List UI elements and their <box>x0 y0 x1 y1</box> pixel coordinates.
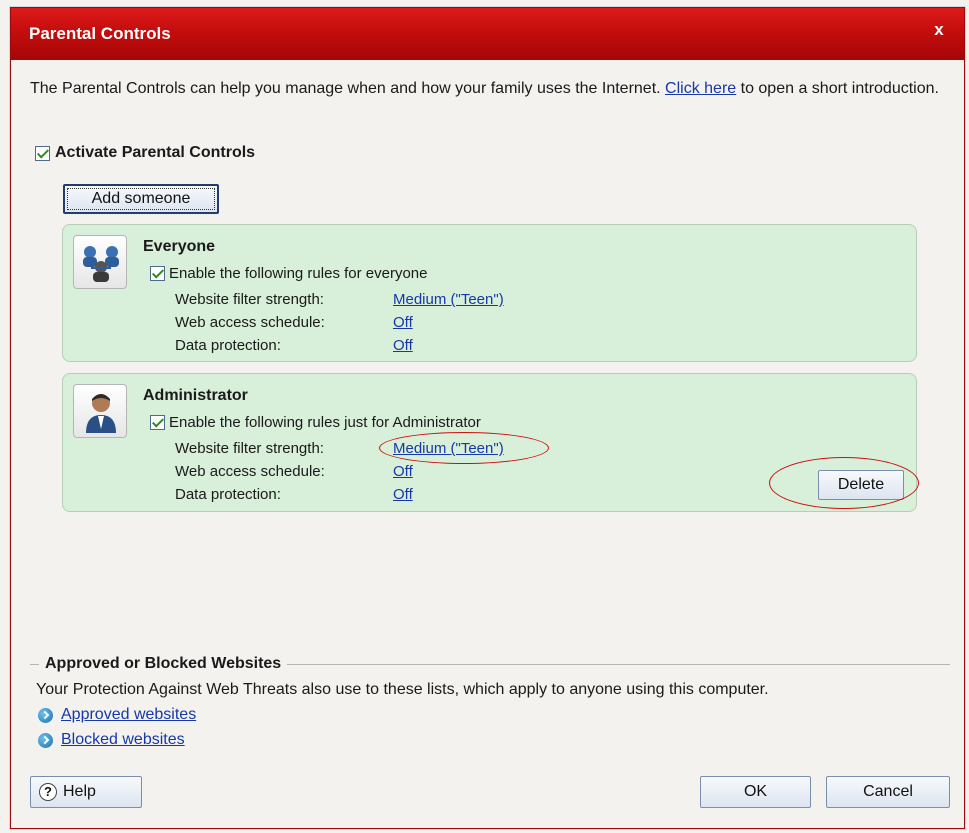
profile-name: Administrator <box>143 387 248 404</box>
title-bar: Parental Controls x <box>11 8 964 60</box>
profile-name: Everyone <box>143 238 216 255</box>
arrow-circle-icon <box>38 732 53 748</box>
websites-heading: Approved or Blocked Websites <box>39 655 288 673</box>
profile-card-everyone: Everyone Enable the following rules for … <box>62 224 917 362</box>
enable-rules-checkbox[interactable] <box>150 415 165 430</box>
web-access-schedule-link[interactable]: Off <box>393 314 413 331</box>
cancel-button[interactable]: Cancel <box>826 776 950 808</box>
website-filter-label: Website filter strength: <box>175 440 324 457</box>
data-protection-link[interactable]: Off <box>393 337 413 354</box>
enable-rules-label: Enable the following rules just for Admi… <box>169 414 481 431</box>
websites-section-header: Approved or Blocked Websites <box>30 655 950 675</box>
enable-rules-everyone[interactable]: Enable the following rules for everyone <box>150 265 428 282</box>
activate-label: Activate Parental Controls <box>55 144 256 161</box>
profile-card-administrator: Administrator Enable the following rules… <box>62 373 919 512</box>
intro-text-start: The Parental Controls can help you manag… <box>30 80 666 97</box>
data-protection-label: Data protection: <box>175 337 281 354</box>
blocked-websites-link[interactable]: Blocked websites <box>38 731 185 749</box>
intro-text: The Parental Controls can help you manag… <box>30 78 950 99</box>
web-access-schedule-label: Web access schedule: <box>175 314 325 331</box>
parental-controls-dialog: Parental Controls x The Parental Control… <box>10 7 965 829</box>
user-icon <box>73 384 127 438</box>
data-protection-label: Data protection: <box>175 486 281 503</box>
activate-checkbox[interactable] <box>35 145 50 161</box>
enable-rules-checkbox[interactable] <box>150 266 165 281</box>
data-protection-link[interactable]: Off <box>393 486 413 503</box>
dialog-title: Parental Controls <box>29 24 171 43</box>
annotation-ellipse <box>379 432 549 464</box>
annotation-ellipse <box>769 457 919 509</box>
web-access-schedule-label: Web access schedule: <box>175 463 325 480</box>
help-button[interactable]: ? Help <box>30 776 142 808</box>
enable-rules-label: Enable the following rules for everyone <box>169 265 428 282</box>
approved-websites-label[interactable]: Approved websites <box>61 706 196 724</box>
close-icon[interactable]: x <box>928 19 950 41</box>
web-access-schedule-link[interactable]: Off <box>393 463 413 480</box>
intro-text-end: to open a short introduction. <box>736 80 939 97</box>
website-filter-label: Website filter strength: <box>175 291 324 308</box>
introduction-link[interactable]: Click here <box>665 80 736 97</box>
blocked-websites-label[interactable]: Blocked websites <box>61 731 185 749</box>
websites-description: Your Protection Against Web Threats also… <box>36 681 769 698</box>
ok-button[interactable]: OK <box>700 776 811 808</box>
group-users-icon <box>73 235 127 289</box>
help-label: Help <box>63 783 96 800</box>
website-filter-link[interactable]: Medium ("Teen") <box>393 291 504 308</box>
activate-parental-controls[interactable]: Activate Parental Controls <box>35 144 255 162</box>
help-icon: ? <box>39 783 57 801</box>
enable-rules-administrator[interactable]: Enable the following rules just for Admi… <box>150 414 481 431</box>
approved-websites-link[interactable]: Approved websites <box>38 706 196 724</box>
arrow-circle-icon <box>38 707 53 723</box>
add-someone-button[interactable]: Add someone <box>63 184 219 214</box>
